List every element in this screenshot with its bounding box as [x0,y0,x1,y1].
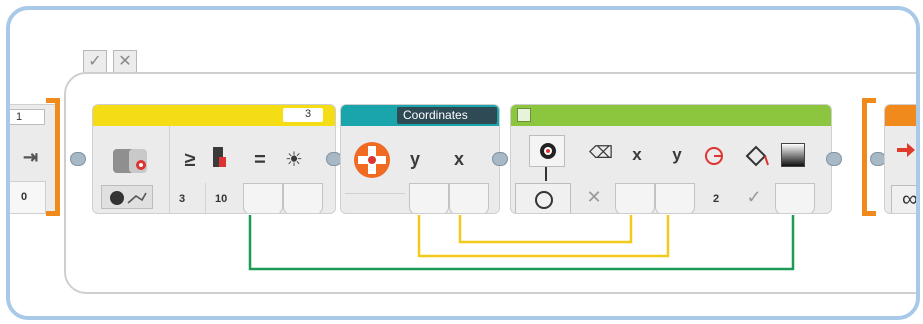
threshold-value: 10 [215,193,228,205]
display-icon[interactable] [529,135,565,167]
y-output-label: y [409,149,420,169]
loop-start-bar-bottom [46,211,60,216]
color-sensor-icon [111,143,151,177]
y-input-label: y [672,145,682,164]
radius-icon [703,145,725,167]
loop-start-bar-top [46,98,60,103]
sequence-plug [492,152,508,166]
color-swatch-icon [781,143,805,167]
x-output-label: x [453,149,464,169]
fill-icon [743,143,771,169]
loop-end-bar-top [862,98,876,103]
color-input[interactable] [775,183,815,213]
loop-end-icon [893,139,916,165]
coordinates-label-tab: Coordinates [397,107,497,124]
loop-end-bar-bottom [862,211,876,216]
threshold-icon [211,147,227,169]
loop-end-block[interactable]: ∞ [884,104,918,214]
loop-start-bar [55,98,60,216]
measure-mode-selector[interactable] [101,185,153,209]
port-input[interactable]: 3 [169,183,203,213]
sensor-header-badge: 3 [283,108,323,122]
loop-start-block[interactable]: 1 ⇥ 0 [10,104,60,214]
sequence-plug [70,152,86,166]
loop-counter-tab: 1 [10,109,45,125]
x-input-label: x [632,145,642,164]
sequence-plug [826,152,842,166]
clear-screen-toggle[interactable]: ✕ [577,187,611,211]
radius-input[interactable]: 2 [697,183,735,213]
loop-mode-selector[interactable]: ∞ [891,185,918,213]
color-sensor-compare-block[interactable]: 3 ≥ = ☀ 3 10 [92,104,336,214]
fill-toggle[interactable]: ✓ [737,187,771,211]
program-canvas: ✓ ✕ 1 ⇥ 0 3 ≥ = ☀ 3 10 Coordinates y x ⌫… [6,6,920,320]
loop-counter-value: 0 [21,191,28,203]
display-block[interactable]: ⌫ x y ✕ 2 ✓ [510,104,832,214]
loop-end-header [885,105,916,126]
threshold-input[interactable]: 10 [207,183,243,213]
port-value: 3 [179,193,186,205]
y-output[interactable] [409,183,449,213]
coordinates-label: Coordinates [403,108,468,122]
infinity-icon: ∞ [902,186,918,211]
x-output[interactable] [449,183,489,213]
radius-value: 2 [713,193,720,205]
loop-end-bar [862,98,867,216]
sensor-header-number: 3 [305,108,312,120]
loop-counter-label: 1 [16,111,23,123]
yellow-wire-x [458,215,633,244]
eraser-icon: ⌫ [589,143,614,162]
equals-operator: = [254,149,266,171]
coordinates-block[interactable]: Coordinates y x [340,104,500,214]
compare-operator[interactable]: ≥ [177,149,203,172]
dpad-icon [353,141,391,179]
display-mode-icon [517,108,531,122]
measured-value-output[interactable] [283,183,323,213]
compare-result-output[interactable] [243,183,283,213]
brightness-icon: ☀ [285,149,303,171]
circle-mode-selector[interactable] [515,183,571,213]
y-input[interactable] [655,183,695,213]
display-block-header [511,105,831,126]
loop-counter-output[interactable]: 0 [10,181,46,213]
x-input[interactable] [615,183,655,213]
loop-start-icon: ⇥ [23,147,39,167]
